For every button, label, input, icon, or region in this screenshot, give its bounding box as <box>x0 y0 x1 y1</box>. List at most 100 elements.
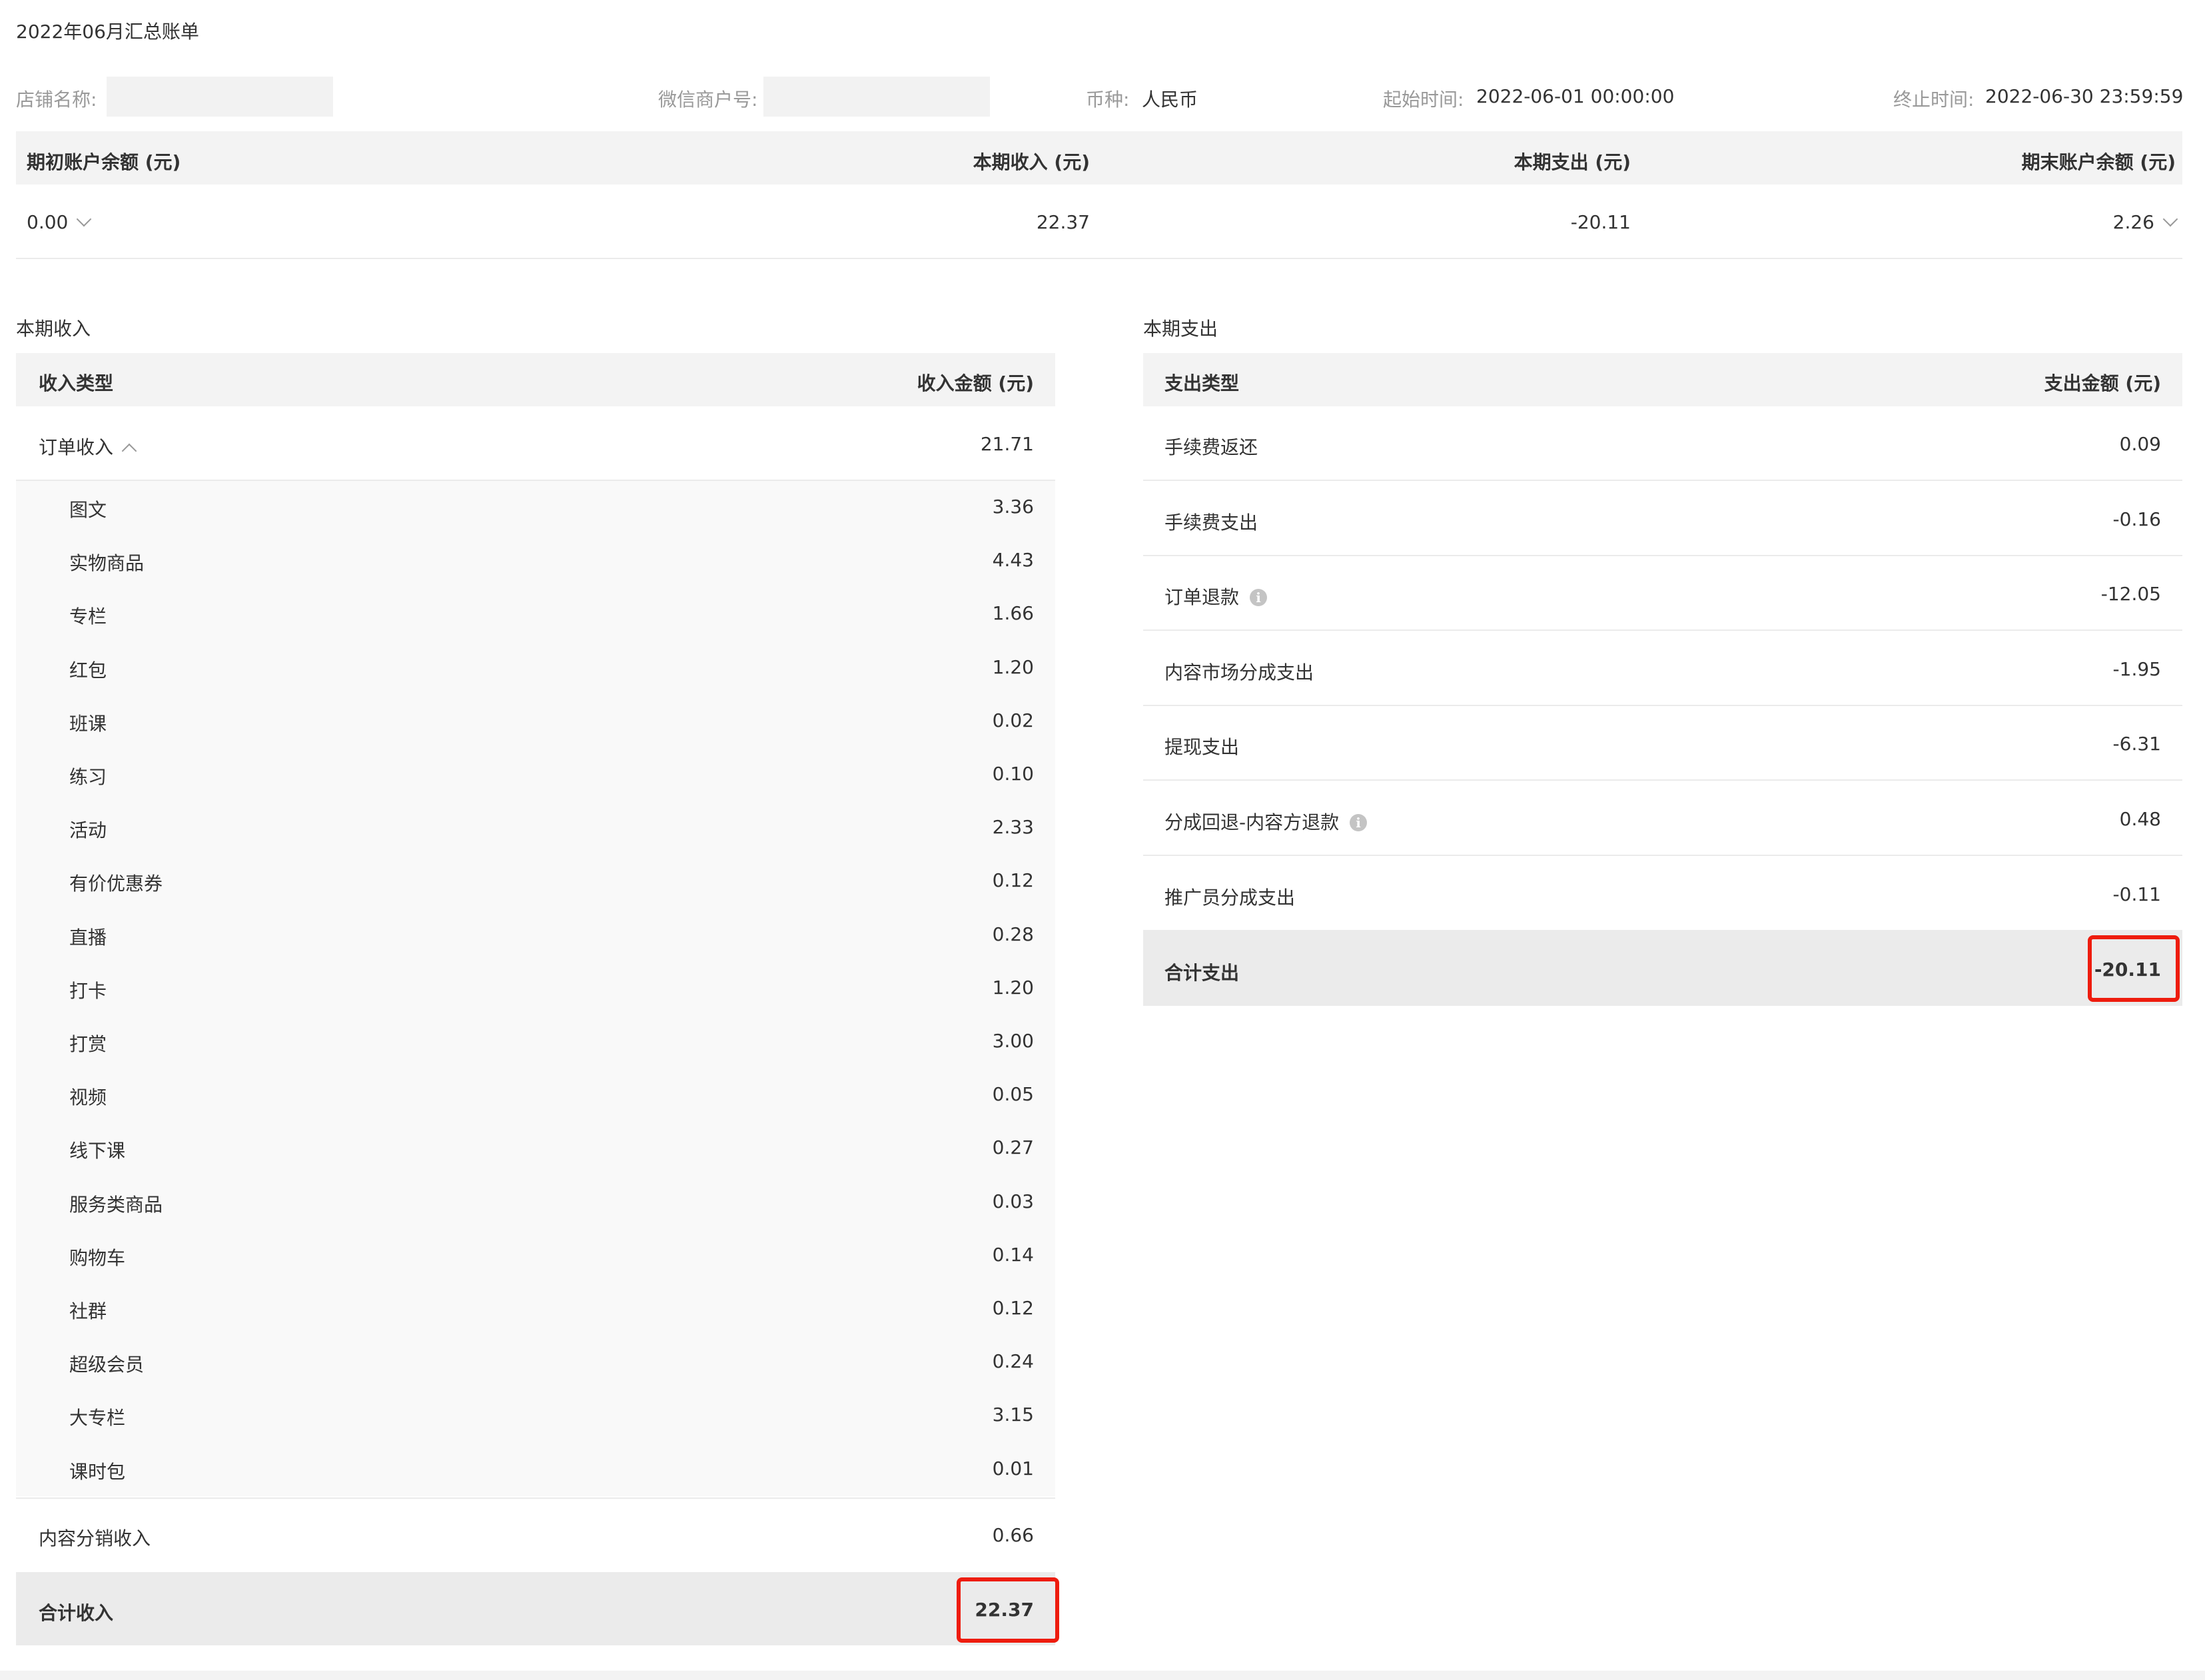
distribution-income-label: 内容分销收入 <box>39 1527 151 1549</box>
income-subitem-label: 打赏 <box>69 1033 107 1055</box>
income-subitem-label: 红包 <box>69 659 107 681</box>
expense-row-label-wrap: 内容市场分成支出 <box>1164 658 1314 685</box>
income-subitem-value: 0.02 <box>992 709 1034 731</box>
income-subitem-label: 直播 <box>69 927 107 949</box>
chevron-down-icon[interactable] <box>2162 211 2178 227</box>
period-income-value: 22.37 <box>1036 211 1090 233</box>
order-income-label: 订单收入 <box>39 436 114 458</box>
store-name-label: 店铺名称: <box>16 89 97 111</box>
period-expense-value: -20.11 <box>1570 211 1631 233</box>
expense-row <box>1143 706 2182 781</box>
income-subitem-value: 0.12 <box>992 1297 1034 1319</box>
expense-row-value: -0.11 <box>2112 883 2161 905</box>
income-subitem-value: 4.43 <box>992 549 1034 571</box>
expense-row <box>1143 857 2182 931</box>
income-subitem-label: 服务类商品 <box>69 1194 163 1216</box>
summary-col-income: 本期收入 (元) <box>973 151 1090 173</box>
summary-col-closing: 期末账户余额 (元) <box>2021 151 2176 173</box>
opening-balance[interactable]: 0.00 <box>27 211 92 233</box>
order-income-toggle[interactable]: 订单收入 <box>39 433 137 460</box>
currency-value: 人民币 <box>1142 89 1198 111</box>
income-subitem-label: 图文 <box>69 499 107 521</box>
income-col-amount: 收入金额 (元) <box>917 372 1034 394</box>
expense-total-row <box>1143 931 2182 1006</box>
income-subitem-label: 课时包 <box>69 1461 126 1483</box>
income-subitem-label: 打卡 <box>69 980 107 1002</box>
expense-total-label: 合计支出 <box>1164 962 1240 984</box>
start-time-label: 起始时间: <box>1383 89 1464 111</box>
expense-row-label: 推广员分成支出 <box>1164 887 1296 909</box>
expense-row-label: 分成回退-内容方退款 <box>1164 811 1340 833</box>
expense-table-header <box>1143 353 2182 406</box>
income-subitem-value: 1.20 <box>992 656 1034 678</box>
expense-row-label: 手续费返还 <box>1164 436 1258 458</box>
bottom-divider <box>0 1671 2205 1680</box>
summary-col-opening: 期初账户余额 (元) <box>27 151 181 173</box>
income-subitem-label: 有价优惠券 <box>69 873 163 895</box>
income-subitem-value: 3.00 <box>992 1030 1034 1052</box>
income-subitem-label: 购物车 <box>69 1247 126 1269</box>
expense-row-value: 0.48 <box>2119 808 2161 830</box>
expense-row <box>1143 406 2182 481</box>
income-subitem-label: 社群 <box>69 1300 107 1322</box>
income-subitem-value: 3.15 <box>992 1404 1034 1426</box>
income-total-label: 合计收入 <box>39 1602 114 1624</box>
income-subitem-value: 1.20 <box>992 977 1034 999</box>
expense-row-label: 提现支出 <box>1164 736 1240 758</box>
chevron-down-icon[interactable] <box>77 211 92 227</box>
income-subitem-value: 3.36 <box>992 496 1034 518</box>
income-subitem-value: 0.14 <box>992 1244 1034 1266</box>
income-subitem-label: 练习 <box>69 766 107 788</box>
merchant-id-field[interactable] <box>763 77 990 117</box>
income-table-header <box>16 353 1055 406</box>
expense-row-label-wrap: 订单退款 i <box>1164 583 1268 610</box>
distribution-income-row <box>16 1497 1055 1573</box>
income-total-row <box>16 1572 1055 1645</box>
income-subitem-label: 班课 <box>69 713 107 735</box>
order-income-subitems <box>16 481 1055 1496</box>
summary-table-header <box>16 131 2182 185</box>
income-subitem-label: 专栏 <box>69 606 107 628</box>
chevron-up-icon[interactable] <box>121 443 137 459</box>
merchant-id-label: 微信商户号: <box>658 89 758 111</box>
closing-balance[interactable]: 2.26 <box>2112 211 2178 233</box>
closing-balance-value: 2.26 <box>2112 211 2154 233</box>
expense-row <box>1143 556 2182 631</box>
income-subitem-label: 大专栏 <box>69 1407 126 1429</box>
info-icon[interactable]: i <box>1350 814 1368 831</box>
expense-row-label-wrap: 提现支出 <box>1164 733 1239 759</box>
income-section-title: 本期收入 <box>16 318 91 340</box>
expense-row-value: -1.95 <box>2112 658 2161 680</box>
expense-total-value: -20.11 <box>2094 959 2161 981</box>
expense-row-label-wrap: 手续费支出 <box>1164 508 1258 535</box>
page-title: 2022年06月汇总账单 <box>16 21 199 43</box>
income-total-value: 22.37 <box>975 1599 1034 1621</box>
distribution-income-value: 0.66 <box>992 1524 1034 1546</box>
income-subitem-value: 0.27 <box>992 1136 1034 1158</box>
expense-row-value: -6.31 <box>2112 733 2161 755</box>
income-subitem-label: 活动 <box>69 819 107 841</box>
income-subitem-value: 0.01 <box>992 1458 1034 1479</box>
income-subitem-value: 0.03 <box>992 1190 1034 1212</box>
store-name-field[interactable] <box>107 77 333 117</box>
expense-row-value: -0.16 <box>2112 508 2161 530</box>
order-income-row[interactable] <box>16 406 1055 481</box>
expense-row-label-wrap: 手续费返还 <box>1164 433 1258 460</box>
info-icon[interactable]: i <box>1250 589 1268 606</box>
income-subitem-value: 1.66 <box>992 602 1034 624</box>
income-subitem-value: 0.28 <box>992 923 1034 945</box>
income-subitem-value: 0.05 <box>992 1083 1034 1105</box>
expense-row <box>1143 482 2182 556</box>
expense-row-label: 手续费支出 <box>1164 512 1258 534</box>
expense-row-value: -12.05 <box>2100 583 2161 605</box>
expense-col-amount: 支出金额 (元) <box>2044 372 2161 394</box>
income-subitem-value: 2.33 <box>992 816 1034 838</box>
currency-label: 币种: <box>1086 89 1130 111</box>
expense-row-label-wrap: 推广员分成支出 <box>1164 883 1295 910</box>
summary-row <box>16 185 2182 259</box>
income-subitem-label: 视频 <box>69 1086 107 1108</box>
expense-row-label-wrap: 分成回退-内容方退款 i <box>1164 808 1368 835</box>
income-subitem-value: 0.24 <box>992 1350 1034 1372</box>
summary-col-expense: 本期支出 (元) <box>1514 151 1631 173</box>
expense-row-value: 0.09 <box>2119 433 2161 455</box>
